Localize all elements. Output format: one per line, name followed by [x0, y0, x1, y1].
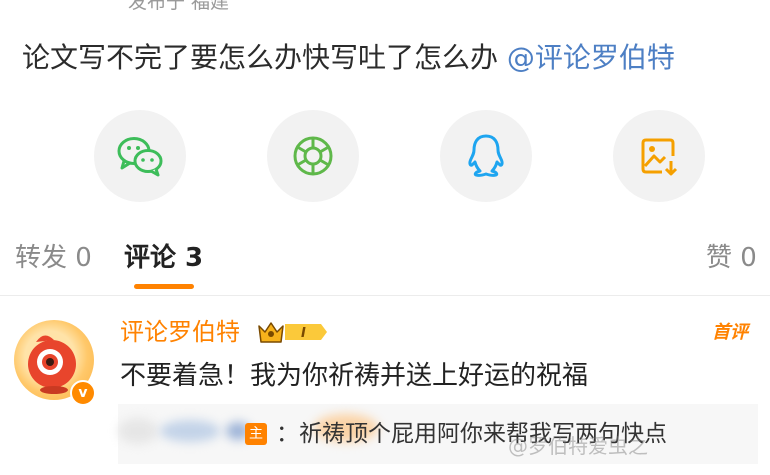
crown-icon: I	[258, 322, 327, 343]
verified-badge-icon: v	[70, 380, 96, 406]
tab-likes[interactable]: 赞 0	[706, 238, 757, 278]
op-tag: 主	[245, 423, 267, 445]
tab-comments[interactable]: 评论 3	[124, 238, 203, 278]
share-row	[0, 110, 770, 202]
share-save-image-button[interactable]	[613, 110, 705, 202]
wechat-icon	[117, 137, 163, 177]
first-comment-badge: 首评	[712, 322, 748, 343]
moments-icon	[293, 136, 333, 176]
save-image-icon	[641, 138, 678, 176]
blurred-avatar	[118, 418, 158, 444]
post-meta: 发布于 福建	[128, 0, 230, 13]
tab-repost[interactable]: 转发 0	[15, 238, 92, 278]
comment-username[interactable]: 评论罗伯特	[120, 314, 240, 350]
share-qq-button[interactable]	[440, 110, 532, 202]
mention-link[interactable]: @评论罗伯特	[507, 41, 675, 74]
share-wechat-button[interactable]	[94, 110, 186, 202]
blurred-username	[160, 420, 220, 442]
qq-icon	[468, 134, 504, 177]
post-text: 论文写不完了要怎么办快写吐了怎么办 @评论罗伯特	[22, 36, 750, 80]
vip-badge: I	[257, 318, 329, 350]
active-tab-indicator	[134, 284, 194, 289]
comment-text: 不要着急！我为你祈祷并送上好运的祝福	[120, 361, 589, 391]
share-moments-button[interactable]	[267, 110, 359, 202]
post-body: 论文写不完了要怎么办快写吐了怎么办	[22, 41, 507, 74]
divider	[0, 295, 770, 296]
tab-bar: 转发 0 评论 3 赞 0	[0, 232, 770, 292]
comment-item: v 评论罗伯特 I 首评 不要着急！我为你祈祷并送上好运的祝福 主 ：祈祷顶个屁…	[0, 312, 770, 475]
watermark: @罗伯特爱虫之	[508, 434, 648, 458]
svg-text:I: I	[301, 326, 306, 341]
